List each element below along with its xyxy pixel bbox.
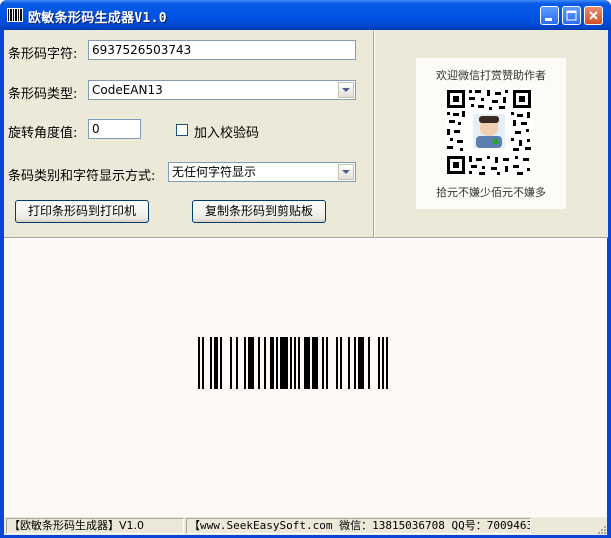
client-area: 条形码字符: 6937526503743 条形码类型: CodeEAN13 旋转… (4, 30, 608, 535)
status-contact-info: 【www.SeekEasySoft.com 微信：13815036708 QQ号… (186, 518, 531, 534)
close-button[interactable] (584, 6, 603, 25)
donate-caption: 拾元不嫌少佰元不嫌多 (436, 186, 546, 199)
barcode-bar-16 (298, 337, 300, 389)
barcode-bar-26 (368, 337, 370, 389)
barcode-bar-10 (264, 337, 266, 389)
minimize-icon (545, 18, 552, 21)
barcode-bar-14 (290, 337, 292, 389)
barcode-bar-2 (210, 337, 212, 389)
barcode-bar-0 (198, 337, 200, 389)
barcode-type-label: 条形码类型: (8, 87, 78, 102)
barcode-bar-19 (322, 337, 324, 389)
barcode-bar-1 (202, 337, 204, 389)
barcode-bar-4 (220, 337, 222, 389)
print-barcode-button[interactable]: 打印条形码到打印机 (15, 200, 149, 223)
barcode-bar-15 (294, 337, 296, 389)
rotation-label: 旋转角度值: (8, 126, 78, 141)
status-bar: 【欧敏条形码生成器】V1.0 【www.SeekEasySoft.com 微信：… (4, 516, 607, 535)
barcode-bar-3 (214, 337, 218, 389)
maximize-icon (566, 10, 577, 21)
barcode-bar-5 (230, 337, 232, 389)
barcode-bar-11 (270, 337, 274, 389)
barcode-bar-6 (236, 337, 238, 389)
display-mode-dropdown-button[interactable] (338, 164, 354, 180)
barcode-bar-25 (358, 337, 364, 389)
display-mode-select[interactable]: 无任何字符显示 (168, 162, 356, 182)
display-mode-value: 无任何字符显示 (172, 165, 257, 179)
barcode-bar-21 (336, 337, 338, 389)
title-bar[interactable]: 欧敏条形码生成器V1.0 (0, 0, 611, 30)
rotation-input[interactable]: 0 (88, 119, 141, 139)
barcode-type-dropdown-button[interactable] (338, 82, 354, 98)
barcode-bar-20 (326, 337, 328, 389)
close-icon (589, 11, 598, 20)
app-window: 欧敏条形码生成器V1.0 条形码字符: 6937526503743 条形码类型:… (0, 0, 611, 538)
barcode-bar-12 (276, 337, 278, 389)
barcode-bar-24 (354, 337, 356, 389)
window-title: 欧敏条形码生成器V1.0 (28, 11, 167, 26)
donate-panel: 欢迎微信打赏赞助作者 拾元不嫌少佰元不嫌多 (374, 30, 608, 238)
barcode-bar-29 (386, 337, 388, 389)
barcode-bar-28 (382, 337, 384, 389)
donate-card: 欢迎微信打赏赞助作者 拾元不嫌少佰元不嫌多 (416, 58, 566, 209)
barcode-bar-8 (248, 337, 254, 389)
qr-code-icon (445, 88, 533, 176)
barcode-bar-13 (280, 337, 288, 389)
barcode-type-select[interactable]: CodeEAN13 (88, 80, 356, 100)
barcode-type-value: CodeEAN13 (92, 83, 163, 97)
barcode-bar-23 (348, 337, 350, 389)
barcode-bar-22 (340, 337, 342, 389)
barcode-chars-label: 条形码字符: (8, 47, 78, 62)
chevron-down-icon (342, 88, 350, 92)
resize-grip-icon[interactable] (595, 523, 607, 535)
maximize-button[interactable] (562, 6, 581, 25)
checksum-label: 加入校验码 (194, 126, 260, 141)
minimize-button[interactable] (540, 6, 559, 25)
display-mode-label: 条码类别和字符显示方式: (8, 169, 156, 184)
barcode-preview (4, 238, 607, 516)
copy-barcode-button[interactable]: 复制条形码到剪贴板 (192, 200, 326, 223)
barcode-bar-18 (312, 337, 318, 389)
barcode-bar-17 (304, 337, 310, 389)
checksum-checkbox[interactable] (176, 124, 188, 136)
barcode-icon (7, 8, 23, 22)
barcode-bar-7 (244, 337, 246, 389)
chevron-down-icon (342, 170, 350, 174)
status-app-name: 【欧敏条形码生成器】V1.0 (6, 518, 184, 534)
barcode-image (198, 337, 388, 389)
barcode-chars-input[interactable]: 6937526503743 (88, 40, 356, 60)
barcode-bar-9 (258, 337, 260, 389)
barcode-bar-27 (378, 337, 380, 389)
settings-panel: 条形码字符: 6937526503743 条形码类型: CodeEAN13 旋转… (4, 30, 374, 238)
donate-title: 欢迎微信打赏赞助作者 (436, 69, 546, 82)
